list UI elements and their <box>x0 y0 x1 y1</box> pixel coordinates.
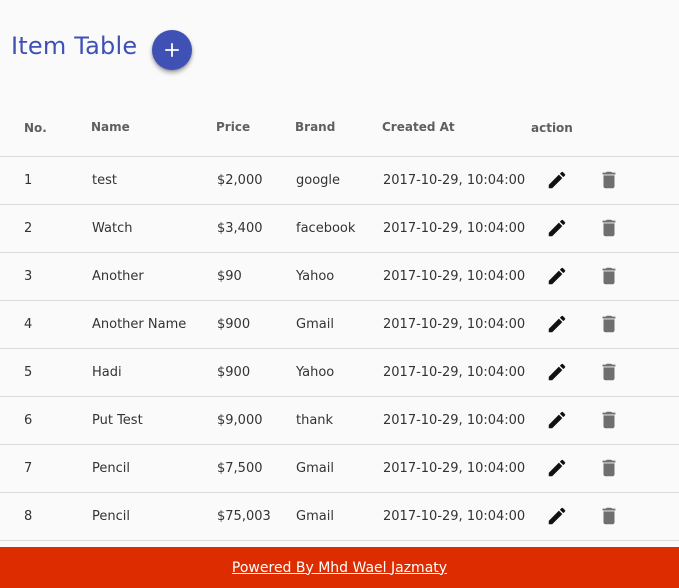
edit-button[interactable] <box>545 408 569 432</box>
delete-button[interactable] <box>597 360 621 384</box>
cell-brand: Yahoo <box>296 365 335 380</box>
column-header-action: action <box>531 121 573 135</box>
delete-button[interactable] <box>597 168 621 192</box>
cell-price: $90 <box>217 269 242 284</box>
cell-no: 7 <box>24 461 33 476</box>
cell-no: 1 <box>24 173 33 188</box>
cell-name: Another <box>92 269 144 284</box>
cell-no: 2 <box>24 221 33 236</box>
footer: Powered By Mhd Wael Jazmaty <box>0 547 679 588</box>
cell-price: $900 <box>217 317 251 332</box>
cell-name: Another Name <box>92 317 187 332</box>
trash-icon <box>602 363 616 381</box>
pencil-icon <box>548 411 566 429</box>
cell-brand: Yahoo <box>296 269 335 284</box>
cell-brand: Gmail <box>296 317 334 332</box>
cell-created-at: 2017-10-29, 10:04:00 <box>383 221 526 236</box>
table-header: No. Name Price Brand Created At action <box>0 108 679 156</box>
table-row: 3 Another $90 Yahoo 2017-10-29, 10:04:00 <box>0 253 679 300</box>
cell-brand: Gmail <box>296 509 334 524</box>
edit-button[interactable] <box>545 456 569 480</box>
column-header-no: No. <box>24 121 47 135</box>
footer-credit-link[interactable]: Powered By Mhd Wael Jazmaty <box>232 560 447 576</box>
edit-button[interactable] <box>545 312 569 336</box>
plus-icon <box>165 43 179 57</box>
cell-name: Pencil <box>92 461 130 476</box>
cell-no: 5 <box>24 365 33 380</box>
pencil-icon <box>548 363 566 381</box>
column-header-brand: Brand <box>295 120 336 134</box>
table-divider <box>0 540 679 541</box>
cell-brand: google <box>296 173 341 188</box>
delete-button[interactable] <box>597 408 621 432</box>
cell-created-at: 2017-10-29, 10:04:00 <box>383 317 526 332</box>
cell-name: Hadi <box>92 365 122 380</box>
column-header-created-at: Created At <box>382 120 455 134</box>
table-row: 1 test $2,000 google 2017-10-29, 10:04:00 <box>0 157 679 204</box>
cell-name: Put Test <box>92 413 143 428</box>
column-header-price: Price <box>216 120 251 134</box>
pencil-icon <box>548 267 566 285</box>
table-row: 4 Another Name $900 Gmail 2017-10-29, 10:04:… <box>0 301 679 348</box>
edit-button[interactable] <box>545 168 569 192</box>
trash-icon <box>602 267 616 285</box>
pencil-icon <box>548 219 566 237</box>
cell-created-at: 2017-10-29, 10:04:00 <box>383 509 526 524</box>
delete-button[interactable] <box>597 216 621 240</box>
table-row: 8 Pencil $75,003 Gmail 2017-10-29, 10:04:00 <box>0 493 679 540</box>
delete-button[interactable] <box>597 504 621 528</box>
cell-price: $75,003 <box>217 509 271 524</box>
cell-name: Pencil <box>92 509 130 524</box>
cell-brand: Gmail <box>296 461 334 476</box>
pencil-icon <box>548 507 566 525</box>
page-title: Item Table <box>11 32 138 60</box>
cell-price: $7,500 <box>217 461 263 476</box>
delete-button[interactable] <box>597 312 621 336</box>
pencil-icon <box>548 459 566 477</box>
cell-price: $9,000 <box>217 413 263 428</box>
edit-button[interactable] <box>545 360 569 384</box>
page-header: Item Table <box>0 0 679 100</box>
pencil-icon <box>548 315 566 333</box>
cell-price: $3,400 <box>217 221 263 236</box>
delete-button[interactable] <box>597 264 621 288</box>
table-row: 6 Put Test $9,000 thank 2017-10-29, 10:04:00 <box>0 397 679 444</box>
edit-button[interactable] <box>545 264 569 288</box>
cell-created-at: 2017-10-29, 10:04:00 <box>383 269 526 284</box>
cell-price: $900 <box>217 365 251 380</box>
table-row: 5 Hadi $900 Yahoo 2017-10-29, 10:04:00 <box>0 349 679 396</box>
cell-no: 6 <box>24 413 33 428</box>
trash-icon <box>602 315 616 333</box>
cell-name: Watch <box>92 221 133 236</box>
cell-created-at: 2017-10-29, 10:04:00 <box>383 413 526 428</box>
cell-created-at: 2017-10-29, 10:04:00 <box>383 173 526 188</box>
cell-created-at: 2017-10-29, 10:04:00 <box>383 365 526 380</box>
edit-button[interactable] <box>545 504 569 528</box>
cell-no: 8 <box>24 509 33 524</box>
delete-button[interactable] <box>597 456 621 480</box>
pencil-icon <box>548 171 566 189</box>
table-row: 7 Pencil $7,500 Gmail 2017-10-29, 10:04:00 <box>0 445 679 492</box>
cell-brand: thank <box>296 413 334 428</box>
cell-price: $2,000 <box>217 173 263 188</box>
edit-button[interactable] <box>545 216 569 240</box>
trash-icon <box>602 507 616 525</box>
cell-brand: facebook <box>296 221 356 236</box>
trash-icon <box>602 219 616 237</box>
cell-no: 3 <box>24 269 33 284</box>
cell-created-at: 2017-10-29, 10:04:00 <box>383 461 526 476</box>
add-item-button[interactable] <box>152 30 192 70</box>
cell-no: 4 <box>24 317 33 332</box>
table-row: 2 Watch $3,400 facebook 2017-10-29, 10:04:00 <box>0 205 679 252</box>
trash-icon <box>602 459 616 477</box>
column-header-name: Name <box>91 120 130 134</box>
trash-icon <box>602 411 616 429</box>
trash-icon <box>602 171 616 189</box>
cell-name: test <box>92 173 117 188</box>
